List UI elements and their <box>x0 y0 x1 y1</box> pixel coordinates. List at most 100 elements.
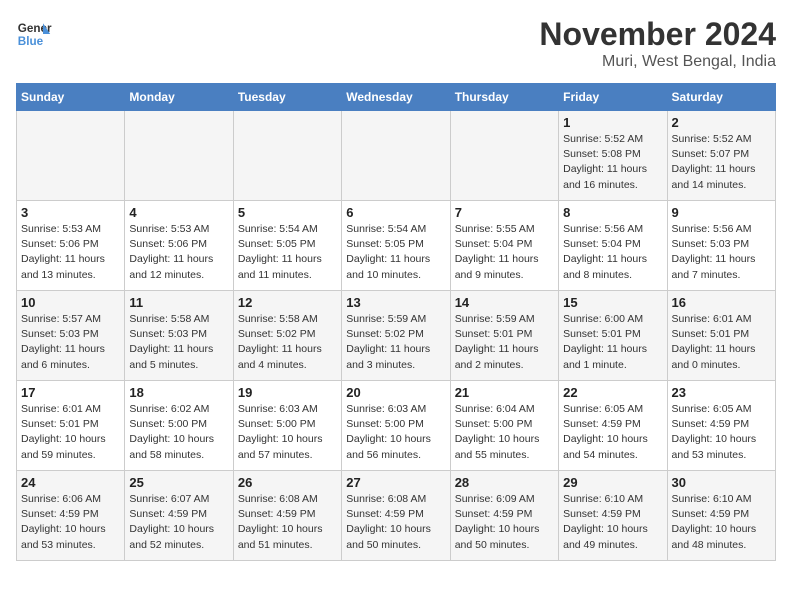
day-info: Sunrise: 6:06 AM Sunset: 4:59 PM Dayligh… <box>21 492 120 553</box>
day-number: 24 <box>21 475 120 490</box>
day-number: 22 <box>563 385 662 400</box>
calendar-body: 1 Sunrise: 5:52 AM Sunset: 5:08 PM Daylig… <box>17 111 776 561</box>
calendar-cell: 9 Sunrise: 5:56 AM Sunset: 5:03 PM Daylig… <box>667 201 775 291</box>
calendar-cell: 8 Sunrise: 5:56 AM Sunset: 5:04 PM Daylig… <box>559 201 667 291</box>
logo: General Blue <box>16 16 52 52</box>
location: Muri, West Bengal, India <box>539 53 776 71</box>
calendar-cell: 29Sunrise: 6:10 AM Sunset: 4:59 PM Dayli… <box>559 471 667 561</box>
day-number: 14 <box>455 295 554 310</box>
day-number: 4 <box>129 205 228 220</box>
day-number: 8 <box>563 205 662 220</box>
weekday-header-sunday: Sunday <box>17 84 125 111</box>
week-row-5: 24 Sunrise: 6:06 AM Sunset: 4:59 PM Dayli… <box>17 471 776 561</box>
day-number: 3 <box>21 205 120 220</box>
calendar-cell: 22Sunrise: 6:05 AM Sunset: 4:59 PM Dayli… <box>559 381 667 471</box>
day-info: Sunrise: 5:55 AM Sunset: 5:04 PM Dayligh… <box>455 222 554 283</box>
calendar-header: SundayMondayTuesdayWednesdayThursdayFrid… <box>17 84 776 111</box>
day-number: 25 <box>129 475 228 490</box>
day-info: Sunrise: 5:53 AM Sunset: 5:06 PM Dayligh… <box>129 222 228 283</box>
calendar-cell: 15 Sunrise: 6:00 AM Sunset: 5:01 PM Dayli… <box>559 291 667 381</box>
day-info: Sunrise: 5:52 AM Sunset: 5:08 PM Dayligh… <box>563 132 662 193</box>
week-row-3: 10 Sunrise: 5:57 AM Sunset: 5:03 PM Dayli… <box>17 291 776 381</box>
calendar-cell: 24 Sunrise: 6:06 AM Sunset: 4:59 PM Dayli… <box>17 471 125 561</box>
calendar-cell: 25Sunrise: 6:07 AM Sunset: 4:59 PM Dayli… <box>125 471 233 561</box>
calendar-cell <box>125 111 233 201</box>
calendar-cell: 18Sunrise: 6:02 AM Sunset: 5:00 PM Dayli… <box>125 381 233 471</box>
day-number: 10 <box>21 295 120 310</box>
day-number: 15 <box>563 295 662 310</box>
logo-icon: General Blue <box>16 16 52 52</box>
weekday-header-monday: Monday <box>125 84 233 111</box>
calendar-cell: 26 Sunrise: 6:08 AM Sunset: 4:59 PM Dayli… <box>233 471 341 561</box>
day-info: Sunrise: 6:08 AM Sunset: 4:59 PM Dayligh… <box>346 492 445 553</box>
calendar-cell: 4 Sunrise: 5:53 AM Sunset: 5:06 PM Daylig… <box>125 201 233 291</box>
calendar-cell: 2 Sunrise: 5:52 AM Sunset: 5:07 PM Daylig… <box>667 111 775 201</box>
day-info: Sunrise: 6:04 AM Sunset: 5:00 PM Dayligh… <box>455 402 554 463</box>
day-number: 26 <box>238 475 337 490</box>
day-info: Sunrise: 6:09 AM Sunset: 4:59 PM Dayligh… <box>455 492 554 553</box>
calendar-cell: 10 Sunrise: 5:57 AM Sunset: 5:03 PM Dayli… <box>17 291 125 381</box>
day-number: 17 <box>21 385 120 400</box>
calendar-cell: 20 Sunrise: 6:03 AM Sunset: 5:00 PM Dayli… <box>342 381 450 471</box>
day-info: Sunrise: 5:52 AM Sunset: 5:07 PM Dayligh… <box>672 132 771 193</box>
day-number: 2 <box>672 115 771 130</box>
month-title: November 2024 <box>539 16 776 53</box>
day-number: 12 <box>238 295 337 310</box>
day-number: 21 <box>455 385 554 400</box>
day-info: Sunrise: 6:01 AM Sunset: 5:01 PM Dayligh… <box>672 312 771 373</box>
weekday-header-thursday: Thursday <box>450 84 558 111</box>
day-info: Sunrise: 6:08 AM Sunset: 4:59 PM Dayligh… <box>238 492 337 553</box>
calendar-cell: 5Sunrise: 5:54 AM Sunset: 5:05 PM Daylig… <box>233 201 341 291</box>
day-info: Sunrise: 6:00 AM Sunset: 5:01 PM Dayligh… <box>563 312 662 373</box>
calendar-cell: 14 Sunrise: 5:59 AM Sunset: 5:01 PM Dayli… <box>450 291 558 381</box>
day-number: 29 <box>563 475 662 490</box>
page-header: General Blue November 2024 Muri, West Be… <box>16 16 776 71</box>
day-number: 13 <box>346 295 445 310</box>
calendar-cell: 28 Sunrise: 6:09 AM Sunset: 4:59 PM Dayli… <box>450 471 558 561</box>
day-number: 1 <box>563 115 662 130</box>
day-number: 5 <box>238 205 337 220</box>
calendar-cell <box>233 111 341 201</box>
day-number: 27 <box>346 475 445 490</box>
calendar-cell: 3Sunrise: 5:53 AM Sunset: 5:06 PM Daylig… <box>17 201 125 291</box>
calendar-cell: 16 Sunrise: 6:01 AM Sunset: 5:01 PM Dayli… <box>667 291 775 381</box>
calendar-cell: 12Sunrise: 5:58 AM Sunset: 5:02 PM Dayli… <box>233 291 341 381</box>
calendar-cell: 30Sunrise: 6:10 AM Sunset: 4:59 PM Dayli… <box>667 471 775 561</box>
calendar-cell: 19 Sunrise: 6:03 AM Sunset: 5:00 PM Dayli… <box>233 381 341 471</box>
week-row-4: 17 Sunrise: 6:01 AM Sunset: 5:01 PM Dayli… <box>17 381 776 471</box>
calendar-cell: 7 Sunrise: 5:55 AM Sunset: 5:04 PM Daylig… <box>450 201 558 291</box>
calendar-cell <box>450 111 558 201</box>
calendar-cell: 23 Sunrise: 6:05 AM Sunset: 4:59 PM Dayli… <box>667 381 775 471</box>
calendar-cell <box>17 111 125 201</box>
weekday-header-wednesday: Wednesday <box>342 84 450 111</box>
weekday-header-friday: Friday <box>559 84 667 111</box>
day-number: 28 <box>455 475 554 490</box>
calendar-cell: 13Sunrise: 5:59 AM Sunset: 5:02 PM Dayli… <box>342 291 450 381</box>
day-number: 11 <box>129 295 228 310</box>
day-info: Sunrise: 6:01 AM Sunset: 5:01 PM Dayligh… <box>21 402 120 463</box>
day-info: Sunrise: 5:57 AM Sunset: 5:03 PM Dayligh… <box>21 312 120 373</box>
calendar-cell: 17 Sunrise: 6:01 AM Sunset: 5:01 PM Dayli… <box>17 381 125 471</box>
day-number: 16 <box>672 295 771 310</box>
day-info: Sunrise: 6:03 AM Sunset: 5:00 PM Dayligh… <box>238 402 337 463</box>
calendar-cell: 21 Sunrise: 6:04 AM Sunset: 5:00 PM Dayli… <box>450 381 558 471</box>
day-info: Sunrise: 6:10 AM Sunset: 4:59 PM Dayligh… <box>672 492 771 553</box>
day-number: 20 <box>346 385 445 400</box>
day-info: Sunrise: 5:54 AM Sunset: 5:05 PM Dayligh… <box>346 222 445 283</box>
calendar-cell: 11Sunrise: 5:58 AM Sunset: 5:03 PM Dayli… <box>125 291 233 381</box>
calendar-cell: 27 Sunrise: 6:08 AM Sunset: 4:59 PM Dayli… <box>342 471 450 561</box>
day-info: Sunrise: 5:59 AM Sunset: 5:01 PM Dayligh… <box>455 312 554 373</box>
calendar-cell: 1 Sunrise: 5:52 AM Sunset: 5:08 PM Daylig… <box>559 111 667 201</box>
day-info: Sunrise: 6:03 AM Sunset: 5:00 PM Dayligh… <box>346 402 445 463</box>
day-number: 18 <box>129 385 228 400</box>
day-info: Sunrise: 5:56 AM Sunset: 5:03 PM Dayligh… <box>672 222 771 283</box>
day-info: Sunrise: 6:05 AM Sunset: 4:59 PM Dayligh… <box>672 402 771 463</box>
weekday-header-tuesday: Tuesday <box>233 84 341 111</box>
day-number: 9 <box>672 205 771 220</box>
day-info: Sunrise: 5:56 AM Sunset: 5:04 PM Dayligh… <box>563 222 662 283</box>
day-number: 7 <box>455 205 554 220</box>
day-number: 19 <box>238 385 337 400</box>
calendar-table: SundayMondayTuesdayWednesdayThursdayFrid… <box>16 83 776 561</box>
week-row-2: 3 Sunrise: 5:53 AM Sunset: 5:06 PM Daylig… <box>17 201 776 291</box>
day-number: 23 <box>672 385 771 400</box>
